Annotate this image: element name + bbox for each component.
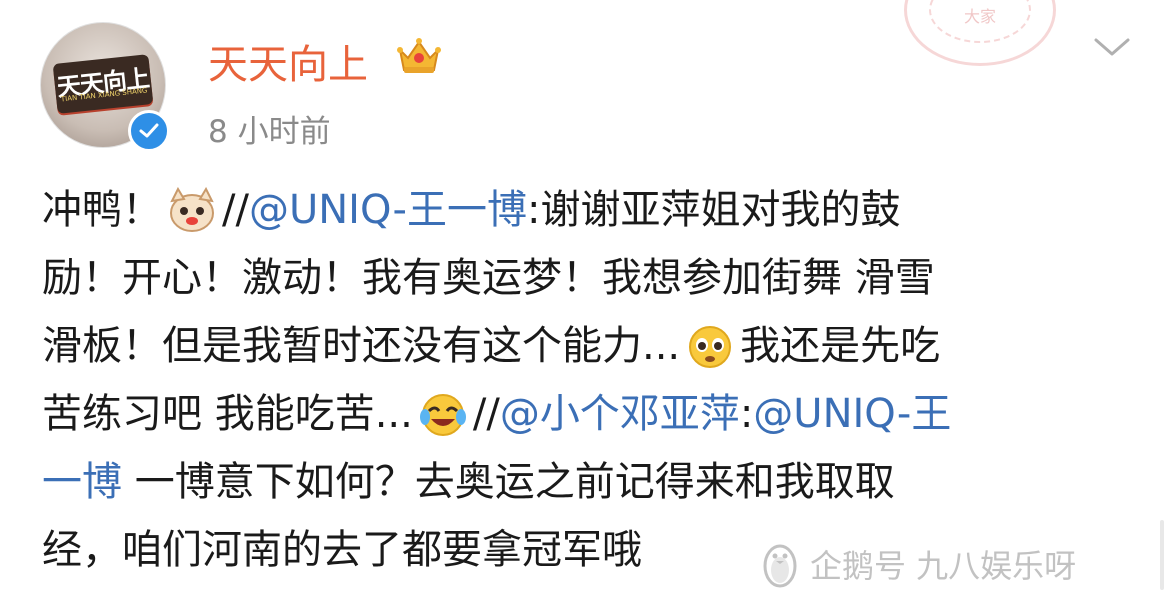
post-text: 经，咱们河南的去了都要拿冠军哦: [42, 527, 642, 573]
avatar-logo: 天天向上 TIAN TIAN XIANG SHANG: [52, 54, 154, 114]
post-line-5: 一博 一博意下如何？去奥运之前记得来和我取取: [42, 448, 1142, 516]
chevron-down-icon[interactable]: [1092, 34, 1132, 60]
post-text: 滑板！但是我暂时还没有这个能力...: [42, 323, 681, 369]
verified-icon: [128, 110, 170, 152]
post-timestamp: 8 小时前: [208, 114, 331, 150]
post-line-3: 滑板！但是我暂时还没有这个能力... 我还是先吃: [42, 312, 1142, 380]
watermark-text: 企鹅号 九八娱乐呀: [810, 547, 1077, 585]
stamp-text: 大家: [963, 7, 996, 26]
emoji-laugh-cry-icon: [419, 394, 466, 436]
post-text: //: [472, 391, 500, 437]
username[interactable]: 天天向上: [208, 32, 368, 90]
post-line-1: 冲鸭！ //@UNIQ-王一博:谢谢亚萍姐对我的鼓: [42, 176, 1142, 244]
post-text: 我还是先吃: [740, 323, 941, 369]
post-text: 苦练习吧 我能吃苦...: [42, 391, 413, 437]
post-text: :: [739, 391, 754, 437]
post-text: 一博意下如何？去奥运之前记得来和我取取: [122, 459, 895, 505]
weibo-post: 天天向上 TIAN TIAN XIANG SHANG 天天向上 8 小时前 大家…: [0, 0, 1170, 604]
post-text: :谢谢亚萍姐对我的鼓: [526, 187, 901, 233]
post-text: 励！开心！激动！我有奥运梦！我想参加街舞 滑雪: [42, 255, 935, 301]
post-body: 冲鸭！ //@UNIQ-王一博:谢谢亚萍姐对我的鼓 励！开心！激动！我有奥运梦！…: [42, 176, 1142, 584]
penguin-icon: [763, 544, 797, 588]
post-line-4: 苦练习吧 我能吃苦... //@小个邓亚萍:@UNIQ-王: [42, 380, 1142, 448]
stamp-watermark: 大家: [904, 0, 1056, 66]
mention-link[interactable]: 一博: [42, 459, 122, 505]
watermark: 企鹅号 九八娱乐呀: [760, 534, 1076, 594]
emoji-pleading-icon: [689, 326, 732, 368]
post-text: 冲鸭！: [42, 187, 162, 233]
mention-link[interactable]: @UNIQ-王: [753, 391, 951, 437]
mention-link[interactable]: @小个邓亚萍: [500, 391, 740, 437]
crown-icon: [397, 38, 441, 73]
post-text: //: [222, 187, 249, 233]
post-line-2: 励！开心！激动！我有奥运梦！我想参加街舞 滑雪: [42, 244, 1142, 312]
scrollbar[interactable]: [1160, 520, 1164, 590]
mention-link[interactable]: @UNIQ-王一博: [249, 187, 527, 233]
emoji-doge-icon: [170, 187, 214, 232]
